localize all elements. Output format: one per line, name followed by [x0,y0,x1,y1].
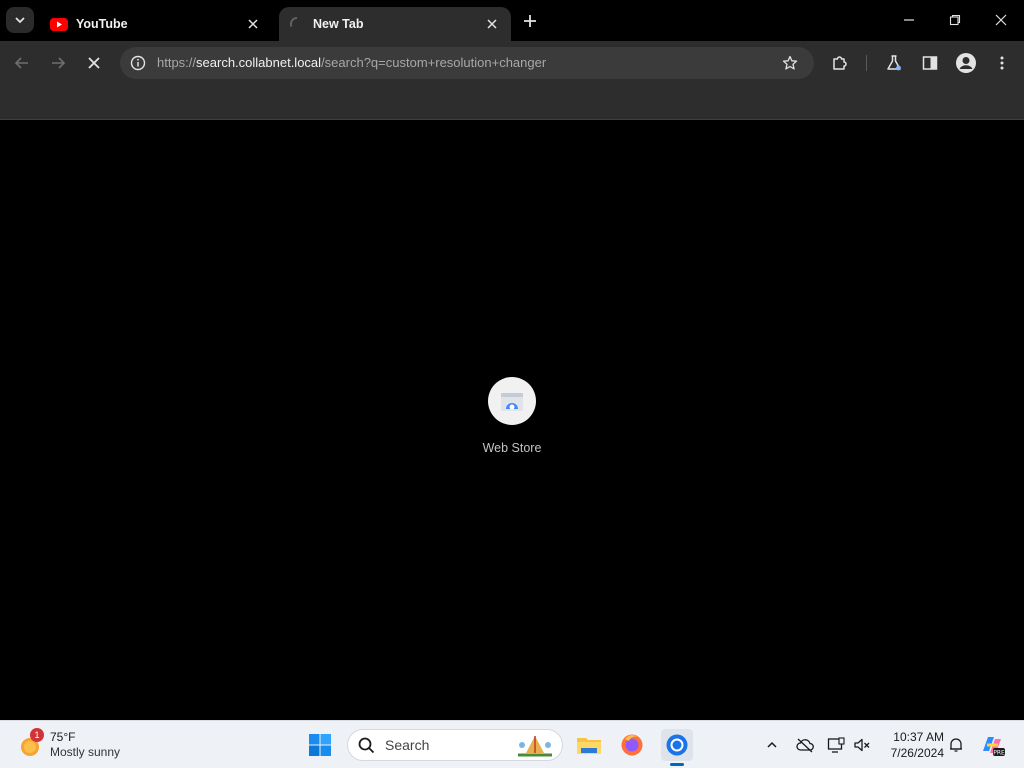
chrome-button[interactable] [661,729,693,761]
side-panel-button[interactable] [916,49,944,77]
puzzle-icon [833,56,847,70]
svg-text:PRE: PRE [993,750,1005,757]
search-icon [358,737,375,753]
tab-youtube[interactable]: YouTube [40,7,272,41]
weather-widget[interactable]: 1 75°F Mostly sunny [18,727,120,763]
url-scheme: https:// [157,55,197,70]
forward-button[interactable] [44,49,72,77]
bookmarks-bar [0,85,1024,120]
file-explorer-button[interactable] [573,729,605,761]
arrow-left-icon [14,57,28,69]
search-placeholder: Search [385,737,430,753]
address-url[interactable]: https://search.collabnet.local/search?q=… [157,55,546,70]
minimize-icon [904,19,914,21]
clock-time: 10:37 AM [893,730,944,744]
plus-icon [524,15,536,27]
tab-close-button[interactable] [244,15,262,33]
tab-title: New Tab [313,17,364,31]
profile-button[interactable] [952,49,980,77]
windows-start-icon [309,734,331,756]
clock-date: 7/26/2024 [890,746,944,760]
star-icon [782,55,798,70]
notifications-button[interactable] [946,735,966,755]
new-tab-button[interactable] [518,9,542,33]
arrow-right-icon [52,57,66,69]
firefox-button[interactable] [616,729,648,761]
restore-button[interactable] [940,6,970,34]
side-panel-icon [922,56,938,70]
bookmark-star-button[interactable] [780,53,800,73]
back-button[interactable] [8,49,36,77]
web-store-icon [501,393,523,411]
speaker-muted-icon [854,738,870,752]
volume-button[interactable] [852,735,872,755]
bell-icon [950,738,962,752]
flask-icon [887,55,901,71]
minimize-button[interactable] [894,6,924,34]
close-icon [88,57,100,69]
url-host: search.collabnet.local [196,55,322,70]
url-path: /search?q=custom+resolution+changer [321,55,547,70]
file-explorer-icon [577,738,601,754]
sun-icon: 1 [18,728,44,758]
search-highlight-icon [518,736,552,757]
tab-strip: YouTube New Tab [0,0,1024,41]
labs-button[interactable] [880,49,908,77]
address-bar[interactable]: https://search.collabnet.local/search?q=… [120,47,814,79]
weather-temperature: 75°F [50,730,76,744]
display-button[interactable] [826,735,846,755]
chrome-icon [666,734,688,756]
toolbar-divider [866,55,867,71]
copilot-icon: PRE [983,737,1005,757]
start-button[interactable] [304,729,336,761]
chevron-up-icon [767,741,777,748]
close-window-button[interactable] [986,6,1016,34]
browser-toolbar: https://search.collabnet.local/search?q=… [0,41,1024,85]
extensions-button[interactable] [826,49,854,77]
new-tab-page: Web Store [0,121,1024,720]
tab-close-button[interactable] [483,15,501,33]
more-vertical-icon [1000,56,1004,70]
onedrive-button[interactable] [795,735,815,755]
tab-title: YouTube [76,17,128,31]
weather-condition: Mostly sunny [50,745,121,759]
info-icon [130,55,146,71]
cloud-offline-icon [796,738,814,753]
site-info-button[interactable] [128,53,148,73]
shortcut-web-store[interactable]: Web Store [472,377,552,467]
loading-spinner-icon [289,16,298,27]
show-hidden-icons-button[interactable] [762,735,782,755]
restore-icon [949,14,961,26]
notification-badge: 1 [30,728,44,742]
youtube-icon [50,17,68,31]
tab-new-tab[interactable]: New Tab [279,7,511,41]
close-icon [248,19,258,29]
chevron-down-icon [15,17,25,24]
copilot-button[interactable]: PRE [976,729,1008,761]
monitor-icon [827,737,845,753]
taskbar: 1 75°F Mostly sunny Search 10:37 AM 7/26… [0,720,1024,768]
close-icon [487,19,497,29]
tab-search-button[interactable] [6,7,34,33]
taskbar-search[interactable]: Search [347,729,563,761]
firefox-icon [621,734,643,756]
active-app-indicator [670,763,684,766]
system-clock[interactable]: 10:37 AM 7/26/2024 [880,729,944,761]
shortcut-tile [488,377,536,425]
close-icon [995,14,1007,26]
avatar-icon [956,53,976,73]
shortcut-label: Web Store [482,441,542,455]
menu-button[interactable] [988,49,1016,77]
stop-loading-button[interactable] [80,49,108,77]
